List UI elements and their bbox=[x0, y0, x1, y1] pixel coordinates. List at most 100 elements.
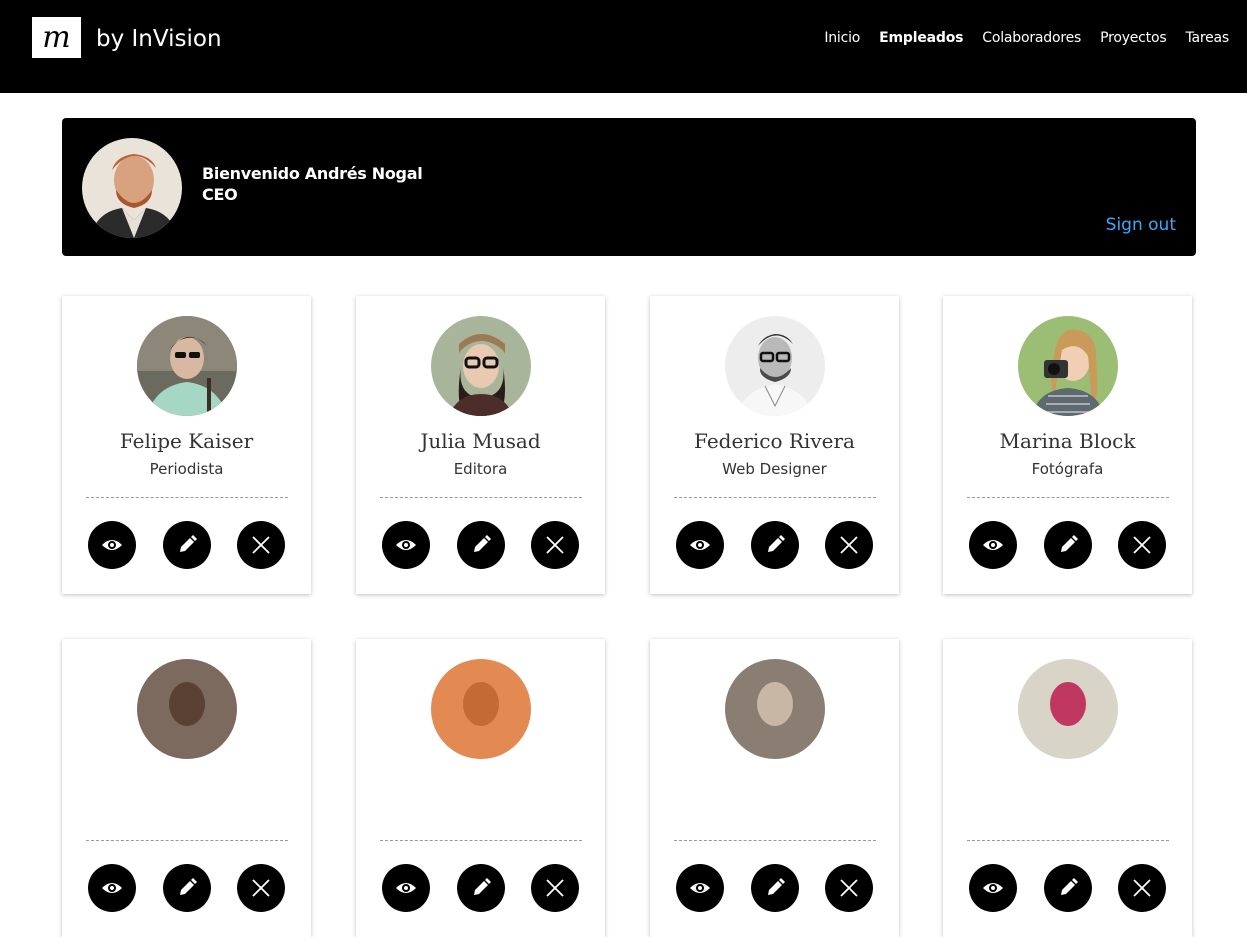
edit-button[interactable] bbox=[751, 521, 799, 569]
edit-button[interactable] bbox=[1044, 864, 1092, 912]
brand-name: by InVision bbox=[96, 26, 222, 52]
view-button[interactable] bbox=[676, 521, 724, 569]
card-divider bbox=[674, 840, 876, 841]
card-divider bbox=[967, 497, 1169, 498]
view-button[interactable] bbox=[969, 521, 1017, 569]
card-actions bbox=[969, 864, 1169, 912]
close-icon bbox=[1133, 879, 1151, 897]
close-icon bbox=[546, 536, 564, 554]
employee-photo bbox=[725, 316, 825, 416]
employee-role: Web Designer bbox=[722, 460, 827, 478]
eye-icon bbox=[102, 883, 122, 893]
delete-button[interactable] bbox=[531, 521, 579, 569]
employee-card: Julia Musad Editora bbox=[356, 296, 605, 594]
eye-icon bbox=[102, 540, 122, 550]
nav-empleados[interactable]: Empleados bbox=[879, 30, 963, 46]
eye-icon bbox=[983, 883, 1003, 893]
employee-card bbox=[62, 639, 311, 937]
view-button[interactable] bbox=[88, 521, 136, 569]
eye-icon bbox=[396, 540, 416, 550]
card-divider bbox=[86, 840, 288, 841]
pencil-icon bbox=[474, 878, 491, 895]
close-icon bbox=[252, 536, 270, 554]
card-actions bbox=[88, 864, 288, 912]
nav-inicio[interactable]: Inicio bbox=[824, 30, 860, 46]
view-button[interactable] bbox=[969, 864, 1017, 912]
edit-button[interactable] bbox=[457, 864, 505, 912]
eye-icon bbox=[983, 540, 1003, 550]
close-icon bbox=[546, 879, 564, 897]
logo[interactable]: m bbox=[32, 17, 81, 58]
welcome-role: CEO bbox=[202, 185, 238, 204]
employee-name: Julia Musad bbox=[420, 429, 541, 453]
nav-tareas[interactable]: Tareas bbox=[1185, 30, 1229, 46]
employee-role: Periodista bbox=[149, 460, 224, 478]
view-button[interactable] bbox=[88, 864, 136, 912]
card-divider bbox=[967, 840, 1169, 841]
employee-name: Felipe Kaiser bbox=[119, 429, 254, 453]
close-icon bbox=[252, 879, 270, 897]
close-icon bbox=[1133, 536, 1151, 554]
delete-button[interactable] bbox=[237, 864, 285, 912]
card-divider bbox=[674, 497, 876, 498]
delete-button[interactable] bbox=[1118, 521, 1166, 569]
pencil-icon bbox=[180, 535, 197, 552]
card-actions bbox=[88, 521, 288, 569]
employee-name: Federico Rivera bbox=[694, 429, 855, 453]
top-navbar: m by InVision Inicio Empleados Colaborad… bbox=[0, 0, 1247, 93]
card-divider bbox=[380, 840, 582, 841]
delete-button[interactable] bbox=[825, 864, 873, 912]
card-divider bbox=[86, 497, 288, 498]
employee-role: Fotógrafa bbox=[1031, 460, 1104, 478]
employee-card bbox=[650, 639, 899, 937]
eye-icon bbox=[396, 883, 416, 893]
delete-button[interactable] bbox=[237, 521, 285, 569]
pencil-icon bbox=[1061, 535, 1078, 552]
employee-photo bbox=[137, 316, 237, 416]
employee-photo bbox=[1018, 316, 1118, 416]
employee-card: Marina Block Fotógrafa bbox=[943, 296, 1192, 594]
card-actions bbox=[382, 521, 582, 569]
pencil-icon bbox=[768, 878, 785, 895]
employee-name: Marina Block bbox=[999, 429, 1136, 453]
edit-button[interactable] bbox=[1044, 521, 1092, 569]
close-icon bbox=[840, 536, 858, 554]
card-divider bbox=[380, 497, 582, 498]
employee-photo bbox=[1018, 659, 1118, 759]
signout-link[interactable]: Sign out bbox=[1106, 215, 1176, 235]
employee-card bbox=[356, 639, 605, 937]
edit-button[interactable] bbox=[163, 521, 211, 569]
pencil-icon bbox=[768, 535, 785, 552]
pencil-icon bbox=[474, 535, 491, 552]
employee-photo bbox=[137, 659, 237, 759]
employee-card: Federico Rivera Web Designer bbox=[650, 296, 899, 594]
logo-letter: m bbox=[42, 19, 71, 55]
card-actions bbox=[676, 864, 876, 912]
view-button[interactable] bbox=[382, 864, 430, 912]
eye-icon bbox=[690, 883, 710, 893]
welcome-panel: Bienvenido Andrés Nogal CEO Sign out bbox=[62, 118, 1196, 256]
employee-role: Editora bbox=[453, 460, 508, 478]
delete-button[interactable] bbox=[531, 864, 579, 912]
eye-icon bbox=[690, 540, 710, 550]
employee-photo bbox=[431, 659, 531, 759]
employee-card: Felipe Kaiser Periodista bbox=[62, 296, 311, 594]
nav-colaboradores[interactable]: Colaboradores bbox=[982, 30, 1081, 46]
employee-photo bbox=[431, 316, 531, 416]
employee-card bbox=[943, 639, 1192, 937]
card-actions bbox=[382, 864, 582, 912]
edit-button[interactable] bbox=[163, 864, 211, 912]
nav-proyectos[interactable]: Proyectos bbox=[1100, 30, 1167, 46]
pencil-icon bbox=[180, 878, 197, 895]
main-nav: Inicio Empleados Colaboradores Proyectos… bbox=[824, 30, 1229, 46]
employee-photo bbox=[725, 659, 825, 759]
view-button[interactable] bbox=[676, 864, 724, 912]
pencil-icon bbox=[1061, 878, 1078, 895]
delete-button[interactable] bbox=[1118, 864, 1166, 912]
edit-button[interactable] bbox=[457, 521, 505, 569]
view-button[interactable] bbox=[382, 521, 430, 569]
card-actions bbox=[969, 521, 1169, 569]
delete-button[interactable] bbox=[825, 521, 873, 569]
edit-button[interactable] bbox=[751, 864, 799, 912]
card-actions bbox=[676, 521, 876, 569]
